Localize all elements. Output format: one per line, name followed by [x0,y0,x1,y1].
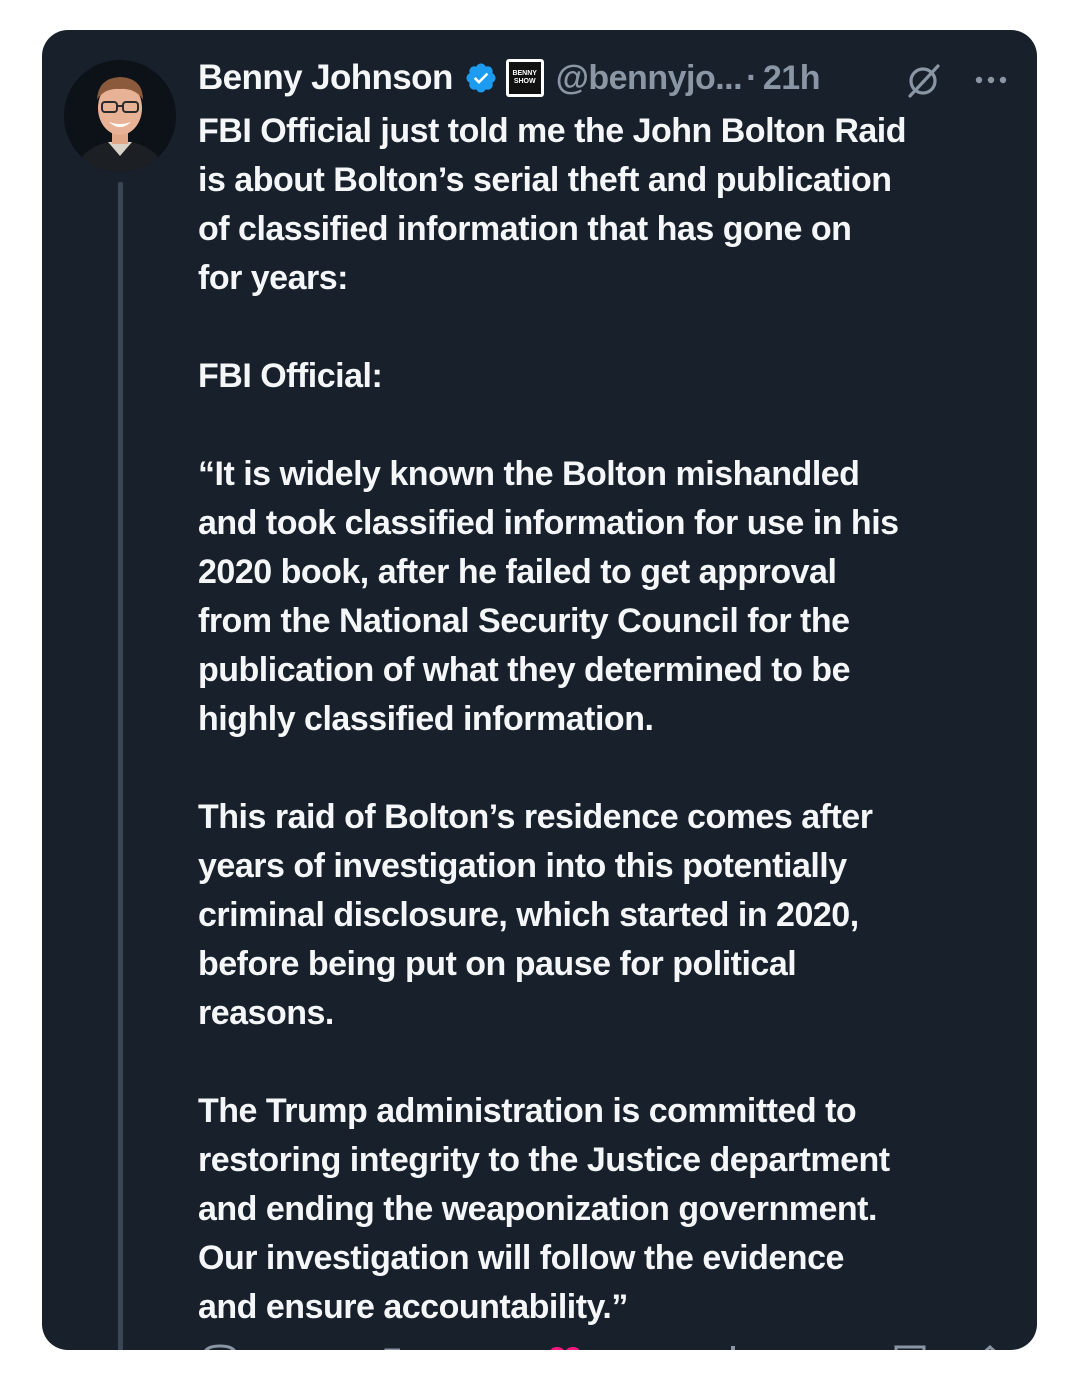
tweet-line: reasons. [198,994,334,1032]
tweet-line: and took classified information for use … [198,504,899,542]
tweet-line: is about Bolton’s serial theft and publi… [198,161,892,199]
tweet-header: Benny Johnson BENNY SHOW @bennyjo... · 21… [198,54,1018,102]
tweet-line: FBI Official: [198,357,383,395]
grok-icon[interactable] [904,60,944,100]
tweet-text: FBI Official just told me the John Bolto… [198,107,1028,1332]
tweet-line: years of investigation into this potenti… [198,847,847,885]
views-icon[interactable] [728,1344,738,1350]
tweet-line: The Trump administration is committed to [198,1092,857,1130]
tweet-line: 2020 book, after he failed to get approv… [198,553,837,591]
timestamp[interactable]: 21h [763,59,821,98]
more-options-icon[interactable] [970,60,1012,100]
tweet-line: from the National Security Council for t… [198,602,850,640]
avatar[interactable] [64,60,176,172]
tweet-line: publication of what they determined to b… [198,651,850,689]
tweet-line: of classified information that has gone … [198,210,852,248]
separator-dot: · [746,58,757,97]
affiliate-badge[interactable]: BENNY SHOW [505,59,544,97]
tweet-line: criminal disclosure, which started in 20… [198,896,859,934]
tweet-card[interactable]: Benny Johnson BENNY SHOW @bennyjo... · 21… [42,30,1037,1350]
thread-line [118,182,123,1350]
share-icon[interactable] [978,1344,1002,1350]
tweet-line: and ensure accountability.” [198,1288,628,1326]
author-name[interactable]: Benny Johnson [198,58,453,98]
affiliate-badge-logo: BENNY SHOW [508,62,541,94]
tweet-line: This raid of Bolton’s residence comes af… [198,798,873,836]
author-handle[interactable]: @bennyjo... [556,59,743,98]
tweet-line: and ending the weaponization government. [198,1190,877,1228]
bookmark-icon[interactable] [894,1344,926,1350]
repost-icon[interactable] [382,1344,412,1350]
tweet-line: highly classified information. [198,700,654,738]
avatar-photo [64,60,176,172]
like-icon[interactable] [547,1344,583,1350]
affiliate-badge-text: BENNY SHOW [512,70,537,85]
tweet-line: Our investigation will follow the eviden… [198,1239,844,1277]
tweet-line: “It is widely known the Bolton mishandle… [198,455,860,493]
tweet-line: for years: [198,259,348,297]
tweet-line: restoring integrity to the Justice depar… [198,1141,890,1179]
tweet-line: before being put on pause for political [198,945,797,983]
tweet-line: FBI Official just told me the John Bolto… [198,112,907,150]
reply-icon[interactable] [200,1344,240,1350]
verified-badge-icon[interactable] [464,61,498,95]
